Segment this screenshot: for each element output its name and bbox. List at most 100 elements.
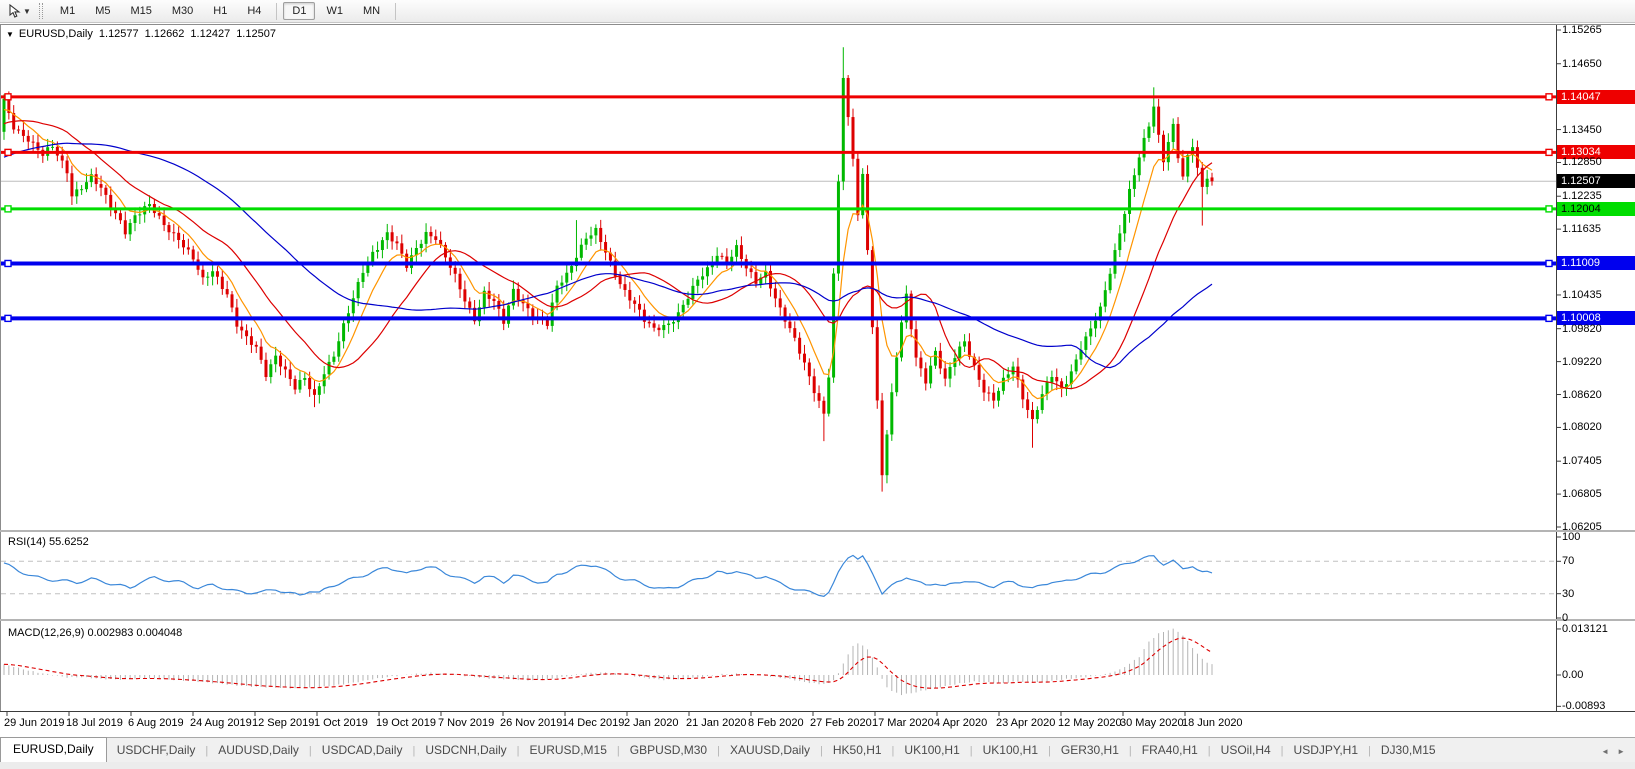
timeframe-button-w1[interactable]: W1 (317, 2, 352, 20)
price-tick-label: 1.12850 (1562, 156, 1602, 169)
macd-histogram-layer (3, 628, 1213, 696)
macd-indicator-label: MACD(12,26,9) 0.002983 0.004048 (8, 627, 183, 639)
symbol-tab-ger30-h1[interactable]: GER30,H1 (1051, 739, 1129, 762)
chart-canvas[interactable] (0, 0, 1635, 769)
price-level-flag: 1.14047 (1557, 89, 1635, 104)
timeframe-button-d1[interactable]: D1 (283, 2, 316, 20)
symbol-tab-xauusd-daily[interactable]: XAUUSD,Daily (720, 739, 820, 762)
rsi-tick-label: 70 (1562, 555, 1575, 568)
timeframe-button-m30[interactable]: M30 (163, 2, 202, 20)
tab-scroll-right-button[interactable]: ► (1617, 747, 1625, 756)
symbol-tab-audusd-daily[interactable]: AUDUSD,Daily (208, 739, 309, 762)
date-tick-label[interactable]: 23 Apr 2020 (996, 717, 1055, 729)
tab-scroll-left-button[interactable]: ◄ (1601, 747, 1609, 756)
line-handle[interactable] (4, 205, 12, 213)
chart-symbol-title: EURUSD,Daily (18, 28, 93, 40)
rsi-tick-label: 0 (1562, 612, 1569, 624)
price-tick-label: 1.06205 (1562, 521, 1602, 533)
moving-average-line-8 (3, 109, 1213, 400)
chart-menu-caret-icon[interactable]: ▼ (6, 30, 14, 39)
symbol-tab-bar: EURUSD,Daily USDCHF,Daily | AUDUSD,Daily | US… (0, 737, 1635, 762)
date-tick-label[interactable]: 1 Oct 2019 (314, 717, 368, 729)
window-bottom-strip (0, 762, 1635, 769)
rsi-tick-label: 30 (1562, 587, 1575, 600)
chart-header: ▼ EURUSD,Daily 1.12577 1.12662 1.12427 1.1250… (6, 28, 282, 40)
dropdown-caret-icon[interactable]: ▼ (23, 7, 31, 16)
date-tick-label[interactable]: 12 Sep 2019 (252, 717, 314, 729)
drawing-tool-button[interactable]: ▼ (4, 3, 35, 19)
price-tick-label: 1.09220 (1562, 355, 1602, 368)
price-level-flag: 1.12004 (1557, 201, 1635, 216)
price-tick-label: 1.12235 (1562, 190, 1602, 203)
line-handle[interactable] (4, 314, 12, 323)
date-tick-label[interactable]: 27 Feb 2020 (810, 717, 872, 729)
symbol-tab-usdchf-daily[interactable]: USDCHF,Daily (107, 739, 206, 762)
line-handle[interactable] (1545, 93, 1553, 101)
date-tick-label[interactable]: 4 Apr 2020 (934, 717, 987, 729)
symbol-tab-eurusd-m15[interactable]: EURUSD,M15 (520, 739, 617, 762)
timeframe-button-group: M1 M5 M15 M30 H1 H4 D1 W1 MN (50, 2, 401, 20)
date-tick-label[interactable]: 21 Jan 2020 (686, 717, 747, 729)
ohlc-open: 1.12577 (98, 28, 139, 40)
symbol-tab-usoil-h4[interactable]: USOil,H4 (1211, 739, 1281, 762)
symbol-tab-uk100-h1[interactable]: UK100,H1 (973, 739, 1048, 762)
panel-separator[interactable] (0, 530, 1635, 532)
line-handle[interactable] (4, 93, 12, 101)
symbol-tab-uk100-h1[interactable]: UK100,H1 (894, 739, 969, 762)
date-tick-label[interactable]: 29 Jun 2019 (4, 717, 65, 729)
symbol-tab-usdcnh-daily[interactable]: USDCNH,Daily (415, 739, 516, 762)
date-tick-label[interactable]: 18 Jun 2020 (1182, 717, 1243, 729)
date-tick-label[interactable]: 19 Oct 2019 (376, 717, 436, 729)
date-tick-label[interactable]: 30 May 2020 (1120, 717, 1184, 729)
current-price-flag: 1.12507 (1557, 174, 1635, 189)
date-tick-label[interactable]: 8 Feb 2020 (748, 717, 804, 729)
tab-scroll-arrows: ◄ ► (1601, 747, 1635, 762)
date-tick-label[interactable]: 2 Jan 2020 (624, 717, 678, 729)
symbol-tab-hk50-h1[interactable]: HK50,H1 (823, 739, 892, 762)
line-handle[interactable] (1545, 205, 1553, 213)
rsi-line (3, 554, 1213, 597)
date-tick-label[interactable]: 17 Mar 2020 (872, 717, 934, 729)
timeframe-button-h1[interactable]: H1 (204, 2, 236, 20)
price-tick-label: 1.11635 (1562, 223, 1601, 236)
panel-separator[interactable] (0, 619, 1635, 621)
line-handle[interactable] (1545, 259, 1553, 268)
date-tick-label[interactable]: 18 Jul 2019 (66, 717, 123, 729)
price-level-flag: 1.10008 (1557, 311, 1635, 326)
price-tick-label: 1.06805 (1562, 488, 1602, 501)
price-tick-label: 1.08020 (1562, 421, 1602, 434)
price-tick-label: 1.15265 (1562, 24, 1602, 36)
symbol-tab-fra40-h1[interactable]: FRA40,H1 (1132, 739, 1208, 762)
ohlc-close: 1.12507 (236, 28, 276, 40)
line-handle[interactable] (1545, 148, 1553, 157)
symbol-tab-gbpusd-m30[interactable]: GBPUSD,M30 (620, 739, 717, 762)
date-tick-label[interactable]: 7 Nov 2019 (438, 717, 494, 729)
date-tick-label[interactable]: 26 Nov 2019 (500, 717, 562, 729)
date-tick-label[interactable]: 14 Dec 2019 (562, 717, 624, 729)
timeframe-button-m15[interactable]: M15 (121, 2, 160, 20)
macd-tick-label: -0.00893 (1562, 700, 1606, 713)
moving-average-line-20 (3, 120, 1213, 390)
price-level-flag: 1.11009 (1557, 256, 1635, 271)
line-handle[interactable] (1545, 314, 1553, 323)
timeframe-button-m1[interactable]: M1 (51, 2, 84, 20)
date-tick-label[interactable]: 6 Aug 2019 (128, 717, 184, 729)
rsi-tick-label: 100 (1562, 531, 1581, 543)
line-handle[interactable] (4, 259, 12, 268)
price-tick-label: 1.13450 (1562, 123, 1602, 136)
symbol-tab-eurusd-daily[interactable]: EURUSD,Daily (0, 737, 107, 762)
date-tick-label[interactable]: 12 May 2020 (1058, 717, 1122, 729)
symbol-tab-usdjpy-h1[interactable]: USDJPY,H1 (1284, 739, 1368, 762)
toolbar-grip[interactable] (38, 3, 43, 19)
line-handle[interactable] (4, 148, 12, 157)
toolbar-separator (395, 2, 397, 20)
timeframe-button-h4[interactable]: H4 (238, 2, 270, 20)
trading-platform-window: ▼ M1 M5 M15 M30 H1 H4 D1 W1 MN ▼ EURUSD,Daily 1.12… (0, 0, 1635, 769)
symbol-tab-dj30-m15[interactable]: DJ30,M15 (1371, 739, 1446, 762)
date-tick-label[interactable]: 24 Aug 2019 (190, 717, 252, 729)
timeframe-button-m5[interactable]: M5 (86, 2, 119, 20)
timeframe-button-mn[interactable]: MN (354, 2, 389, 20)
symbol-tab-usdcad-daily[interactable]: USDCAD,Daily (312, 739, 413, 762)
macd-signal-line (3, 637, 1213, 689)
rsi-indicator-label: RSI(14) 55.6252 (8, 536, 89, 548)
